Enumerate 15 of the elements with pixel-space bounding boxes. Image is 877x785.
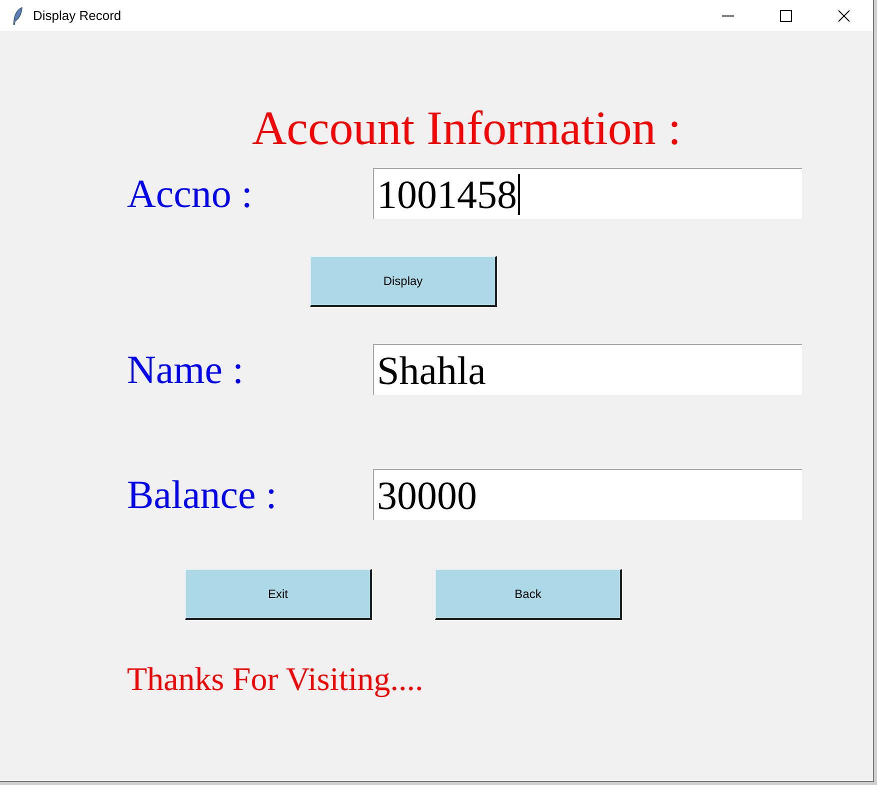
close-icon [838, 10, 850, 22]
action-button[interactable]: Exit [185, 569, 372, 620]
window-title: Display Record [33, 8, 122, 23]
action-button[interactable]: Display [310, 256, 497, 307]
text-field[interactable]: Shahla [373, 344, 802, 395]
thanks-message: Thanks For Visiting.... [127, 661, 424, 700]
feather-icon [13, 6, 23, 24]
text-field[interactable]: 30000 [373, 469, 802, 520]
text-field[interactable]: 1001458 [373, 168, 802, 219]
field-label: Balance : [127, 471, 278, 519]
field-label: Name : [127, 346, 245, 394]
action-button[interactable]: Back [435, 569, 622, 620]
field-label: Accno : [127, 170, 254, 218]
maximize-icon [780, 10, 792, 22]
heading: Account Information : [252, 105, 682, 153]
